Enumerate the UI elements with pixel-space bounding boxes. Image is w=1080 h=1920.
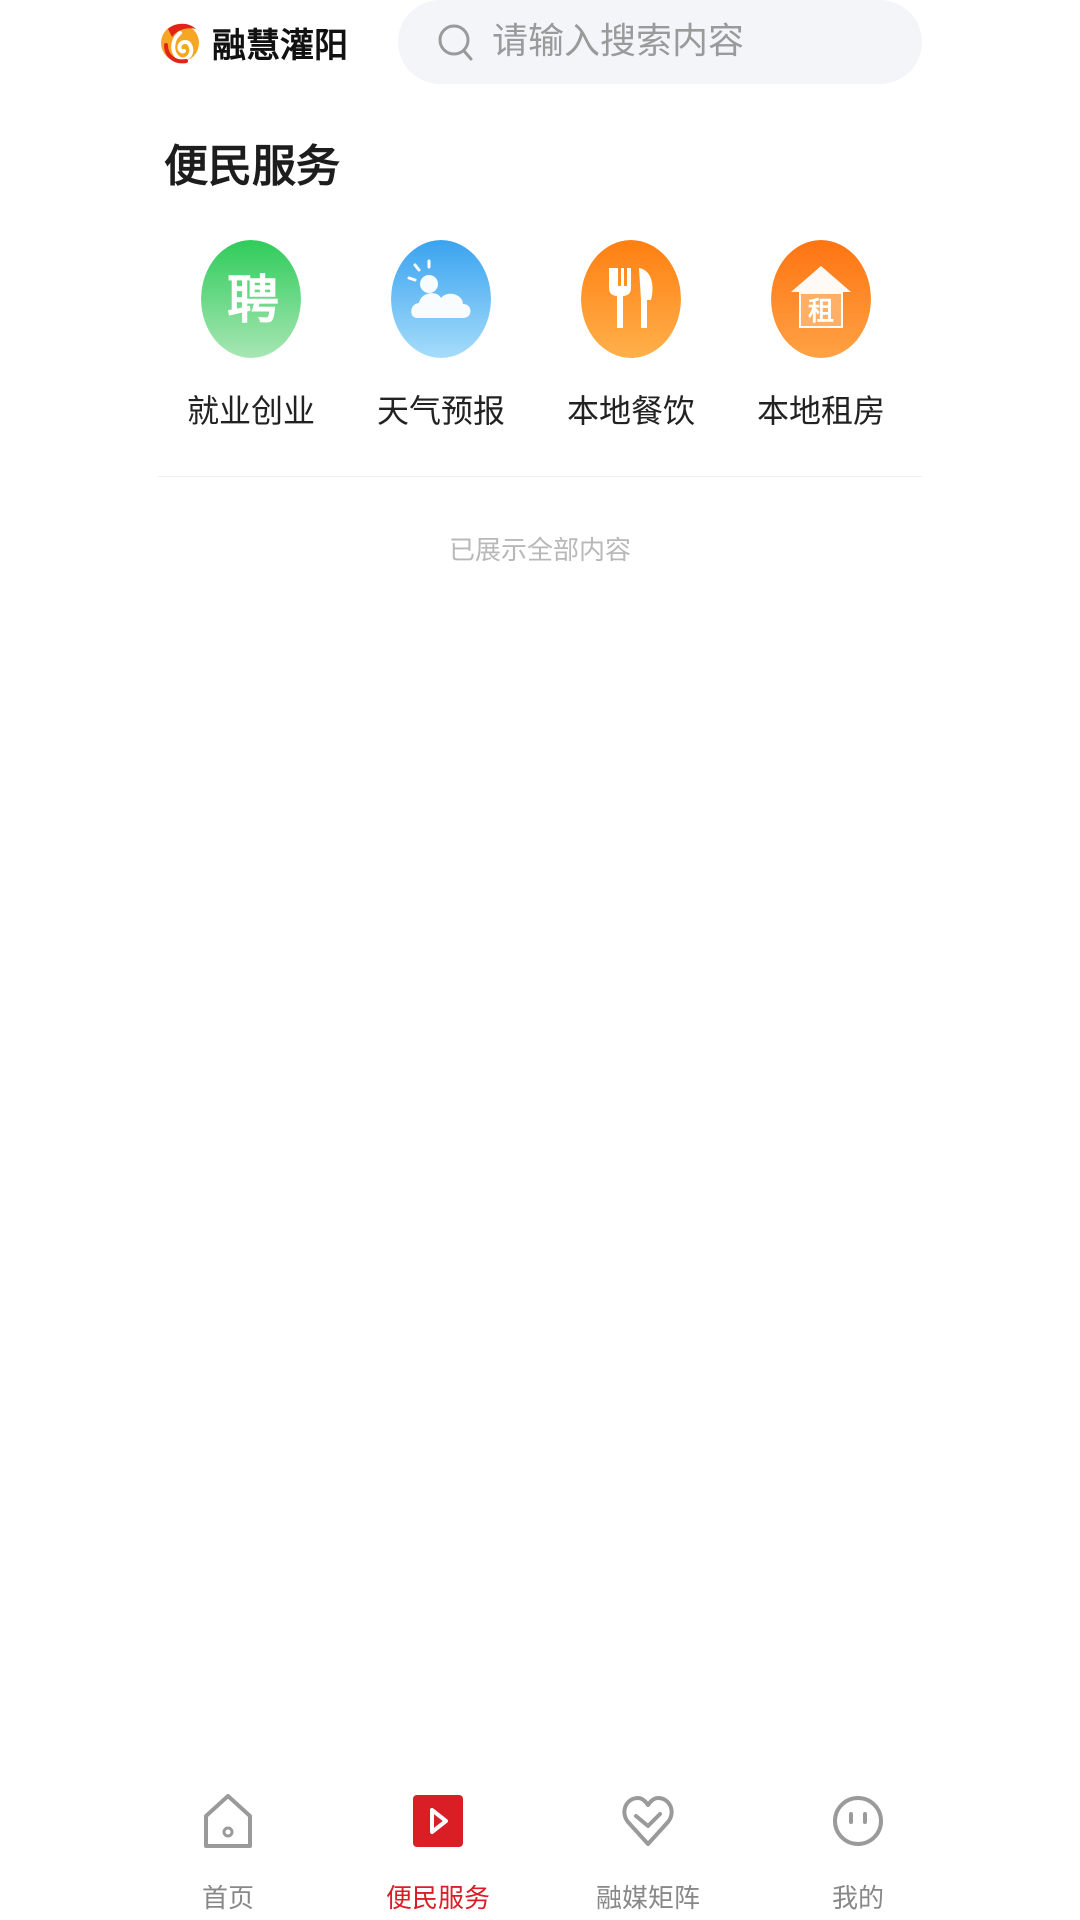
tab-media-matrix[interactable]: 融媒矩阵 <box>578 1760 718 1920</box>
search-placeholder: 请输入搜索内容 <box>492 21 745 62</box>
tab-label: 首页 <box>201 1884 254 1914</box>
search-input[interactable]: 请输入搜索内容 <box>398 0 922 84</box>
service-rental[interactable]: 租 本地租房 <box>741 240 901 440</box>
tab-label: 融媒矩阵 <box>595 1884 700 1914</box>
home-icon <box>204 1794 252 1848</box>
tab-mine[interactable]: 我的 <box>788 1760 928 1920</box>
heart-icon <box>622 1796 674 1846</box>
search-icon <box>438 24 473 61</box>
service-weather[interactable]: 天气预报 <box>361 240 521 440</box>
tab-services[interactable]: 便民服务 <box>368 1760 508 1920</box>
profile-face-icon <box>833 1796 883 1846</box>
service-label: 本地餐饮 <box>566 392 695 430</box>
app-logo[interactable]: 融慧灌阳 <box>158 14 348 70</box>
rent-glyph: 租 <box>808 297 834 327</box>
page-title: 便民服务 <box>164 141 340 192</box>
end-of-list-text: 已展示全部内容 <box>448 536 631 566</box>
bottom-tab-bar: 首页 便民服务 融媒矩阵 我的 <box>0 1760 1080 1920</box>
tab-label: 便民服务 <box>385 1884 490 1914</box>
tab-label: 我的 <box>831 1884 884 1914</box>
service-label: 天气预报 <box>376 392 505 430</box>
weather-icon <box>391 240 491 358</box>
service-label: 本地租房 <box>756 392 885 430</box>
app-name: 融慧灌阳 <box>212 25 348 66</box>
play-icon <box>413 1795 463 1847</box>
service-dining[interactable]: 本地餐饮 <box>551 240 711 440</box>
tab-home[interactable]: 首页 <box>158 1760 298 1920</box>
recruit-glyph: 聘 <box>227 271 279 331</box>
service-employment[interactable]: 聘 就业创业 <box>171 240 331 440</box>
rent-house-icon: 租 <box>771 240 871 358</box>
dining-icon <box>581 240 681 358</box>
app-logo-icon <box>161 23 199 64</box>
top-bar: 融慧灌阳 请输入搜索内容 <box>0 0 1080 100</box>
recruit-icon: 聘 <box>201 240 301 358</box>
service-label: 就业创业 <box>186 392 315 430</box>
divider <box>158 476 922 477</box>
